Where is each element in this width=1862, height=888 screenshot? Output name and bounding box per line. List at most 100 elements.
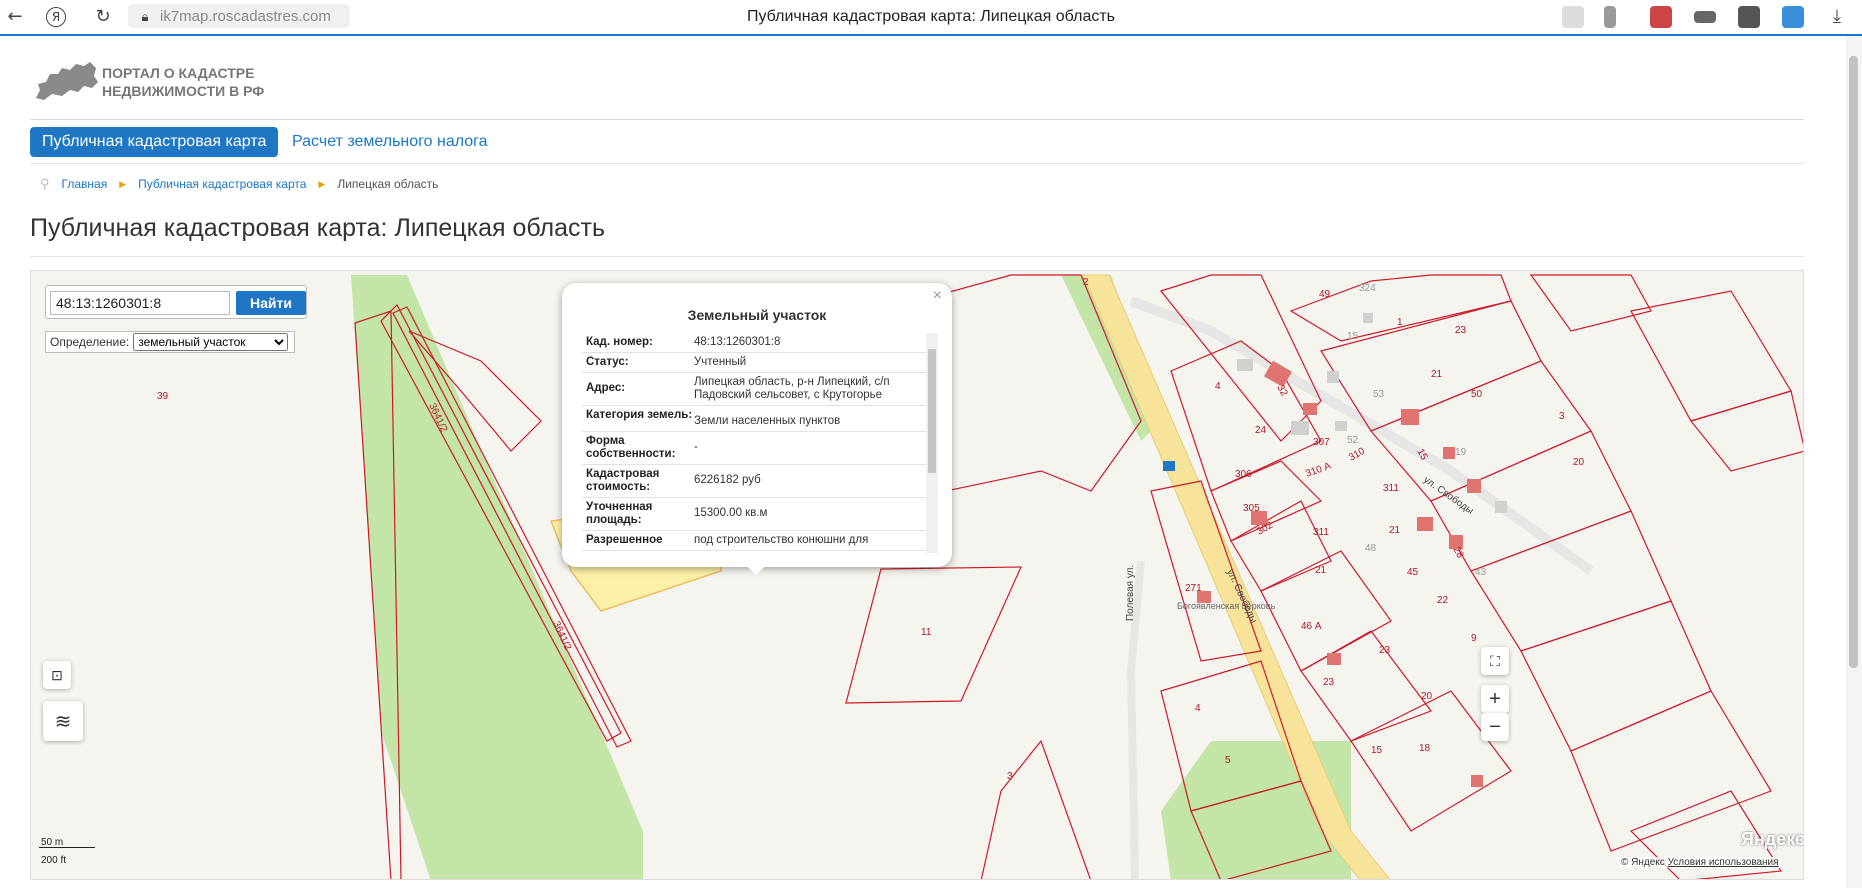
- nav-cadastral-map[interactable]: Публичная кадастровая карта: [30, 127, 279, 157]
- map-label: 9: [1471, 633, 1477, 644]
- parcel-info-table: Кад. номер: 48:13:1260301:8 Статус: Учтенн…: [582, 333, 928, 553]
- find-button[interactable]: Найти: [236, 291, 306, 315]
- map-label: 20: [1421, 691, 1433, 702]
- info-row: Уточненная площадь: 15300.00 кв.м: [582, 498, 928, 531]
- divider: [30, 256, 1804, 257]
- map-label: 39: [157, 391, 169, 402]
- info-row: Разрешенное под строительство конюшни для: [582, 531, 928, 551]
- location-pin-icon: ⚲: [40, 176, 50, 191]
- parcel: [1470, 510, 1672, 652]
- bookmark-icon[interactable]: [1604, 6, 1616, 28]
- collections-icon[interactable]: [1738, 6, 1760, 28]
- info-row: Адрес: Липецкая область, р-н Липецкий, с/…: [582, 373, 928, 406]
- map-label: 15: [1347, 331, 1359, 342]
- map-label: 45: [1407, 567, 1419, 578]
- yandex-logo[interactable]: Яндекс: [1741, 829, 1803, 850]
- map-label: 49: [1319, 289, 1331, 300]
- map-label: 2: [1083, 277, 1089, 288]
- building: [1401, 409, 1419, 425]
- portal-logo-text[interactable]: Портал о кадастре недвижимости в РФ: [102, 64, 302, 100]
- building: [1467, 479, 1481, 493]
- map-label: 19: [1455, 447, 1467, 458]
- russia-map-logo[interactable]: [34, 60, 100, 102]
- map-label: 43: [1475, 567, 1487, 578]
- scale-meters: 50 m: [41, 837, 64, 848]
- breadcrumb: ⚲ Главная ▶ Публичная кадастровая карта …: [40, 176, 438, 192]
- building: [1327, 371, 1339, 383]
- map-label: 20: [1573, 457, 1585, 468]
- building: [1237, 359, 1253, 371]
- map-label: 310 А: [1304, 460, 1333, 479]
- definition-panel: Определение: земельный участок: [45, 331, 295, 353]
- popup-title: Земельный участок: [687, 307, 827, 323]
- parcel: [1230, 500, 1332, 592]
- map-label: 22: [1437, 595, 1449, 606]
- zoom-in-button[interactable]: +: [1481, 685, 1509, 713]
- map-label: 4: [1195, 703, 1201, 714]
- info-row: Кадастровая стоимость: 6226182 руб: [582, 465, 928, 498]
- street-label: Полевая ул.: [1125, 565, 1136, 621]
- map-label: 24: [1255, 425, 1267, 436]
- road-sign-badge: [1163, 461, 1175, 471]
- map-label: 11: [921, 627, 932, 638]
- map-label: 18: [1419, 743, 1431, 754]
- map-label: 53: [1373, 389, 1385, 400]
- breadcrumb-arrow-icon: ▶: [119, 178, 127, 189]
- building: [1327, 653, 1341, 665]
- building: [1363, 313, 1373, 323]
- page-scroll-thumb[interactable]: [1849, 56, 1858, 668]
- nav-land-tax[interactable]: Расчет земельного налога: [292, 127, 488, 157]
- extension-icon-2[interactable]: [1694, 11, 1716, 23]
- map-label: 21: [1389, 525, 1401, 536]
- map-label: 15: [1371, 745, 1383, 756]
- building: [1291, 421, 1309, 435]
- map-label: 324: [1359, 283, 1376, 294]
- map-attribution: © Яндекс Условия использования: [1619, 857, 1781, 868]
- breadcrumb-arrow-icon: ▶: [318, 178, 326, 189]
- fullscreen-icon[interactable]: ⛶: [1481, 647, 1509, 675]
- info-row: Кад. номер: 48:13:1260301:8: [582, 333, 928, 353]
- parcel: [1159, 274, 1322, 442]
- cadastral-map[interactable]: 39 3641/2 3641/2 11 8 2 49 324 1 15 23 4…: [30, 270, 1804, 880]
- zoom-out-button[interactable]: −: [1481, 713, 1509, 741]
- map-label: 21: [1315, 565, 1327, 576]
- close-icon[interactable]: ×: [933, 287, 942, 305]
- popup-tail: [744, 563, 768, 575]
- info-row: Форма собственности: -: [582, 432, 928, 465]
- parcel-info-popup: × Земельный участок Кад. номер: 48:13:126…: [562, 283, 952, 575]
- breadcrumb-home[interactable]: Главная: [62, 177, 108, 191]
- map-label: 52: [1347, 435, 1359, 446]
- building: [1335, 421, 1347, 431]
- map-label: 4: [1215, 381, 1221, 392]
- map-label: 23: [1323, 677, 1335, 688]
- map-label: 306: [1235, 469, 1252, 480]
- info-row: Категория земель: Земли населенных пункто…: [582, 406, 928, 432]
- terms-link[interactable]: Условия использования: [1668, 857, 1779, 868]
- cadastral-search-input[interactable]: [50, 291, 230, 315]
- breadcrumb-current: Липецкая область: [337, 177, 439, 191]
- building: [1417, 517, 1433, 531]
- breadcrumb-map[interactable]: Публичная кадастровая карта: [138, 177, 306, 191]
- parcel: [1689, 390, 1803, 472]
- avatar-icon[interactable]: [1650, 6, 1672, 28]
- copyright-text: © Яндекс: [1621, 857, 1665, 868]
- download-icon[interactable]: ⤓: [1826, 6, 1848, 28]
- reader-icon[interactable]: [1782, 6, 1804, 28]
- info-row: Статус: Учтенный: [582, 353, 928, 373]
- map-label: 3: [1007, 771, 1013, 782]
- map-label: 311: [1313, 527, 1329, 538]
- map-label: 311: [1383, 483, 1399, 494]
- popup-scroll-thumb[interactable]: [928, 349, 936, 473]
- page-title: Публичная кадастровая карта: Липецкая об…: [30, 214, 606, 242]
- parcel: [1300, 630, 1432, 742]
- building: [1495, 501, 1507, 513]
- scale-feet: 200 ft: [41, 855, 67, 866]
- definition-select[interactable]: земельный участок: [133, 333, 289, 351]
- map-label: 32: [1274, 383, 1289, 399]
- layers-icon[interactable]: ≋: [43, 701, 83, 741]
- ruler-icon[interactable]: ⊡: [43, 661, 71, 689]
- parcel: [845, 566, 1022, 704]
- extension-icon[interactable]: [1562, 6, 1584, 28]
- definition-label: Определение:: [50, 335, 130, 349]
- map-label: 23: [1455, 325, 1467, 336]
